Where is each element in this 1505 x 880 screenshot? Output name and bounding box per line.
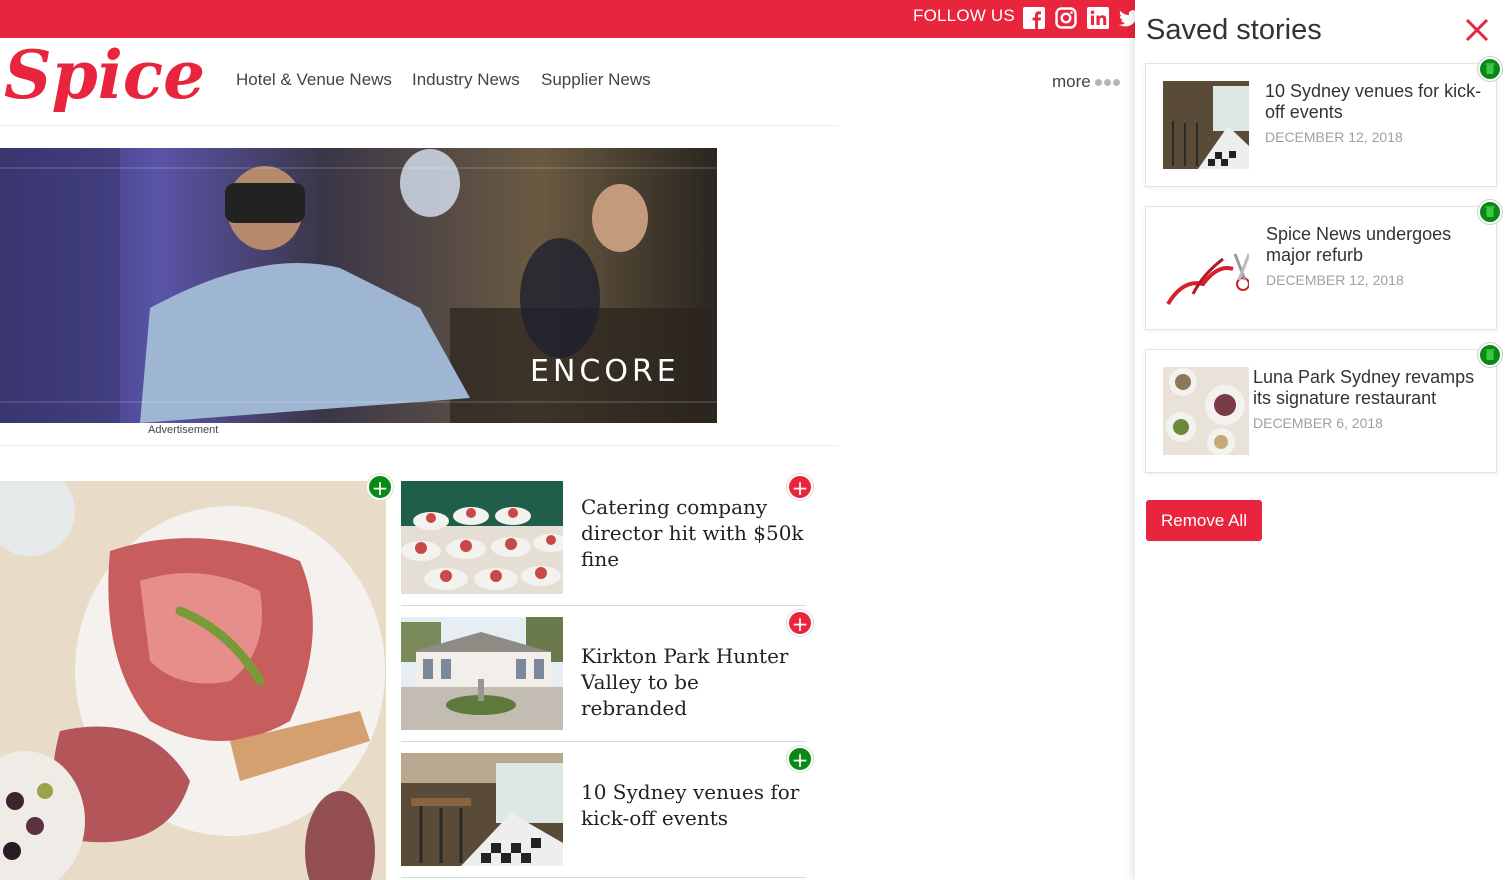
saved-story-date: DECEMBER 6, 2018 [1253, 415, 1383, 431]
delete-saved-story-button[interactable] [1478, 200, 1502, 224]
feature-story-image[interactable] [0, 481, 386, 880]
header-divider [0, 125, 838, 126]
saved-story-title[interactable]: Luna Park Sydney revamps its signature r… [1253, 367, 1483, 409]
story-item[interactable]: 10 Sydney venues for kick-off events [401, 753, 806, 878]
saved-story-thumbnail [1163, 367, 1249, 455]
story-thumbnail [401, 753, 563, 866]
nav-industry-news[interactable]: Industry News [412, 70, 520, 90]
story-title[interactable]: Catering company director hit with $50k … [581, 494, 811, 572]
linkedin-icon[interactable] [1087, 7, 1109, 29]
save-story-toggle[interactable]: + [787, 746, 813, 772]
story-title[interactable]: Kirkton Park Hunter Valley to be rebrand… [581, 643, 811, 721]
dots-icon [1094, 78, 1120, 86]
close-icon[interactable] [1463, 16, 1491, 44]
save-story-toggle-feature[interactable]: + [367, 474, 393, 500]
story-thumbnail [401, 481, 563, 594]
saved-story-thumbnail [1163, 81, 1249, 169]
instagram-icon[interactable] [1055, 7, 1077, 29]
story-divider [401, 741, 806, 742]
encore-brand-text: ENCORE [530, 354, 680, 389]
facebook-icon[interactable] [1023, 7, 1045, 29]
saved-story-title[interactable]: Spice News undergoes major refurb [1266, 224, 1496, 266]
saved-story-card[interactable]: Spice News undergoes major refurb DECEMB… [1145, 200, 1502, 330]
save-story-toggle[interactable]: + [787, 610, 813, 636]
saved-stories-panel: Saved stories 10 Sydney venues for kick-… [1135, 0, 1505, 880]
story-divider [401, 605, 806, 606]
saved-story-card[interactable]: Luna Park Sydney revamps its signature r… [1145, 343, 1502, 473]
saved-story-title[interactable]: 10 Sydney venues for kick-off events [1265, 81, 1495, 123]
more-menu-button[interactable]: more [1052, 72, 1120, 92]
remove-all-button[interactable]: Remove All [1146, 500, 1262, 541]
logo-text: Spice [4, 40, 205, 114]
saved-story-date: DECEMBER 12, 2018 [1266, 272, 1404, 288]
saved-stories-title: Saved stories [1146, 14, 1322, 46]
story-title[interactable]: 10 Sydney venues for kick-off events [581, 779, 811, 831]
follow-us-label: FOLLOW US [913, 6, 1015, 25]
story-thumbnail [401, 617, 563, 730]
more-label: more [1052, 72, 1091, 91]
nav-hotel-venue-news[interactable]: Hotel & Venue News [236, 70, 392, 90]
delete-saved-story-button[interactable] [1478, 343, 1502, 367]
story-item[interactable]: Catering company director hit with $50k … [401, 481, 806, 606]
delete-saved-story-button[interactable] [1478, 57, 1502, 81]
trash-icon [1485, 206, 1495, 217]
trash-icon [1485, 63, 1495, 74]
story-divider [401, 877, 806, 878]
saved-story-card[interactable]: 10 Sydney venues for kick-off events DEC… [1145, 57, 1502, 187]
advertisement-label: Advertisement [148, 424, 219, 436]
nav-supplier-news[interactable]: Supplier News [541, 70, 651, 90]
spice-logo[interactable]: Spice [2, 40, 230, 120]
content-divider [0, 445, 838, 446]
saved-story-thumbnail [1163, 224, 1249, 312]
story-item[interactable]: Kirkton Park Hunter Valley to be rebrand… [401, 617, 806, 742]
page: FOLLOW US Spice Hotel & Venue News Indus… [0, 0, 1505, 880]
saved-story-date: DECEMBER 12, 2018 [1265, 129, 1403, 145]
trash-icon [1485, 349, 1495, 360]
encore-advertisement-banner[interactable]: ENCORE [0, 148, 717, 423]
save-story-toggle[interactable]: + [787, 474, 813, 500]
